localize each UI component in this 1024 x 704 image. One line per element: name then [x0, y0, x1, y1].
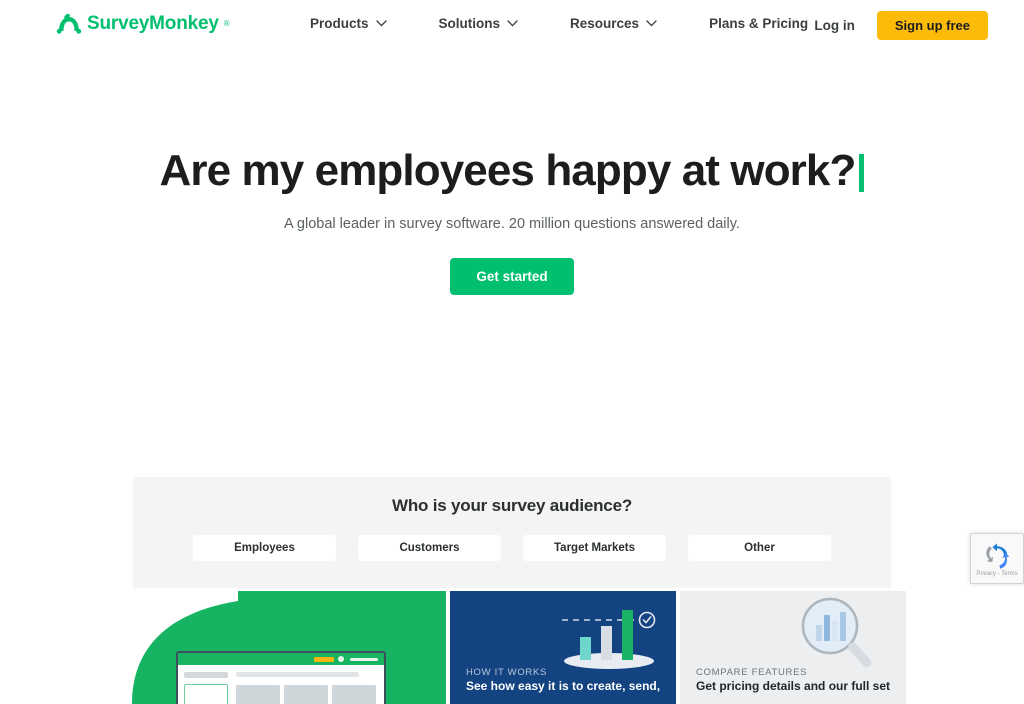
site-header: SurveyMonkey ® Products Solutions Resour… [0, 0, 1024, 52]
nav-label: Solutions [438, 16, 501, 31]
site-logo[interactable]: SurveyMonkey ® [56, 12, 230, 34]
placeholder-image [284, 685, 328, 704]
recaptcha-icon [986, 542, 1010, 569]
bar-chart-illustration-icon [562, 610, 656, 669]
logo-text: SurveyMonkey [87, 12, 219, 34]
browser-toolbar [178, 653, 384, 665]
nav-label: Resources [570, 16, 640, 31]
audience-option-target-markets[interactable]: Target Markets [523, 535, 666, 561]
toolbar-line [350, 657, 378, 661]
login-link[interactable]: Log in [814, 18, 855, 33]
nav-item-resources[interactable]: Resources [570, 16, 657, 31]
promo-cards: HOW IT WORKS See how easy it is to creat… [118, 591, 906, 704]
hero-headline: Are my employees happy at work? [0, 146, 1024, 195]
hero-headline-text: Are my employees happy at work? [159, 146, 857, 195]
hero-subtitle: A global leader in survey software. 20 m… [284, 216, 740, 233]
recaptcha-label: Privacy - Terms [976, 570, 1018, 577]
toolbar-accent-chip [314, 656, 334, 662]
audience-option-employees[interactable]: Employees [193, 535, 336, 561]
nav-label: Products [310, 16, 369, 31]
nav-item-plans-pricing[interactable]: Plans & Pricing [709, 16, 808, 31]
typing-caret [859, 153, 865, 192]
chevron-down-icon [375, 20, 387, 27]
nav-label: Plans & Pricing [709, 16, 809, 31]
recaptcha-badge[interactable]: Privacy - Terms [970, 533, 1024, 584]
monkey-logo-icon [56, 13, 82, 34]
main-navigation: Products Solutions Resources Plans & Pri… [310, 16, 808, 31]
placeholder-box [184, 684, 228, 704]
chevron-down-icon [646, 20, 657, 27]
mockup-main [234, 665, 384, 704]
magnifying-glass-chart-icon [801, 597, 872, 668]
placeholder-bar [184, 672, 228, 678]
card-compare-features[interactable]: COMPARE FEATURES Get pricing details and… [680, 591, 906, 704]
hero-section: Are my employees happy at work? A global… [0, 52, 1024, 296]
logo-trademark: ® [223, 18, 230, 28]
audience-option-customers[interactable]: Customers [358, 535, 501, 561]
card-eyebrow: HOW IT WORKS [466, 667, 548, 678]
audience-option-other[interactable]: Other [688, 535, 831, 561]
card-eyebrow: COMPARE FEATURES [696, 667, 808, 678]
audience-question: Who is your survey audience? [391, 496, 633, 515]
card-product-preview[interactable] [118, 591, 446, 704]
placeholder-image [332, 685, 376, 704]
header-actions: Log in Sign up free [814, 11, 988, 40]
browser-mockup [176, 651, 386, 704]
card-heading: Get pricing details and our full set [696, 679, 891, 693]
surveymonkey-homepage: SurveyMonkey ® Products Solutions Resour… [0, 0, 1024, 704]
signup-free-button[interactable]: Sign up free [876, 11, 988, 40]
placeholder-bar [236, 672, 360, 677]
placeholder-image-row [236, 685, 376, 704]
mockup-sidebar [178, 665, 234, 704]
audience-panel: Who is your survey audience? Employees C… [133, 477, 891, 588]
get-started-button[interactable]: Get started [450, 258, 574, 296]
audience-options: Employees Customers Target Markets Other [133, 535, 891, 561]
card-heading: See how easy it is to create, send, [466, 679, 661, 693]
nav-item-products[interactable]: Products [310, 16, 387, 31]
browser-content [178, 665, 384, 704]
nav-item-solutions[interactable]: Solutions [439, 16, 519, 31]
chevron-down-icon [507, 20, 518, 27]
placeholder-image [236, 685, 280, 704]
toolbar-dot-icon [338, 656, 344, 662]
card-how-it-works[interactable]: HOW IT WORKS See how easy it is to creat… [450, 591, 676, 704]
